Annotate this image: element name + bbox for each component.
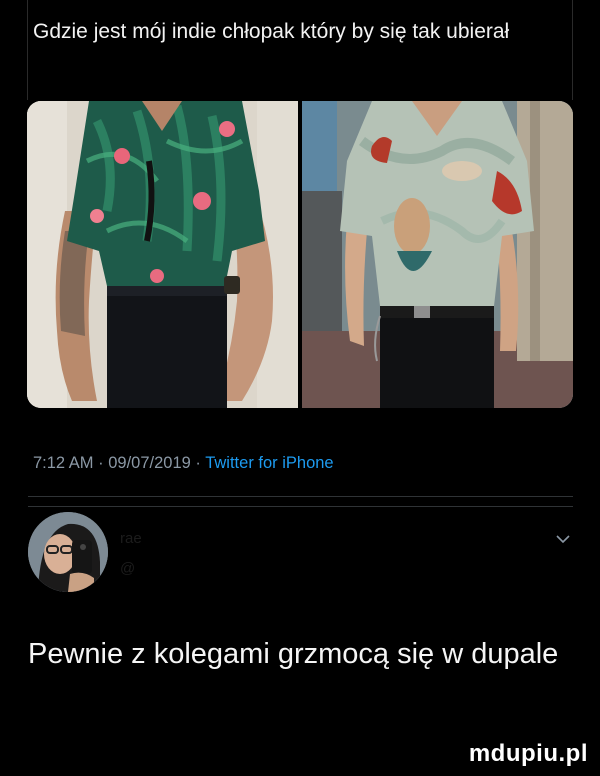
meta-separator: · bbox=[195, 454, 201, 472]
tweet-meta: 7:12 AM · 09/07/2019 · Twitter for iPhon… bbox=[33, 454, 334, 473]
divider bbox=[28, 506, 573, 507]
tweet-time: 7:12 AM bbox=[33, 454, 94, 472]
avatar-image bbox=[28, 512, 108, 592]
watermark-logo: mdupiu.pl bbox=[468, 740, 588, 767]
divider bbox=[28, 496, 573, 497]
photo-right-illustration bbox=[302, 101, 573, 408]
tweet-photo-right[interactable] bbox=[302, 101, 573, 408]
reply-display-name[interactable]: rae bbox=[120, 530, 142, 547]
tweet-source-link[interactable]: Twitter for iPhone bbox=[205, 454, 333, 472]
meta-separator: · bbox=[98, 454, 104, 472]
avatar[interactable] bbox=[28, 512, 108, 592]
frame-line-left bbox=[27, 0, 28, 100]
photo-left-illustration bbox=[27, 101, 298, 408]
tweet-date: 09/07/2019 bbox=[108, 454, 191, 472]
tweet-text: Gdzie jest mój indie chłopak który by si… bbox=[33, 20, 510, 43]
tweet-photo-left[interactable] bbox=[27, 101, 298, 408]
reply-text: Pewnie z kolegami grzmocą się w dupale bbox=[28, 638, 559, 670]
reply-handle[interactable]: @ bbox=[120, 560, 135, 577]
frame-line-right bbox=[572, 0, 573, 100]
chevron-down-icon[interactable] bbox=[555, 532, 571, 550]
